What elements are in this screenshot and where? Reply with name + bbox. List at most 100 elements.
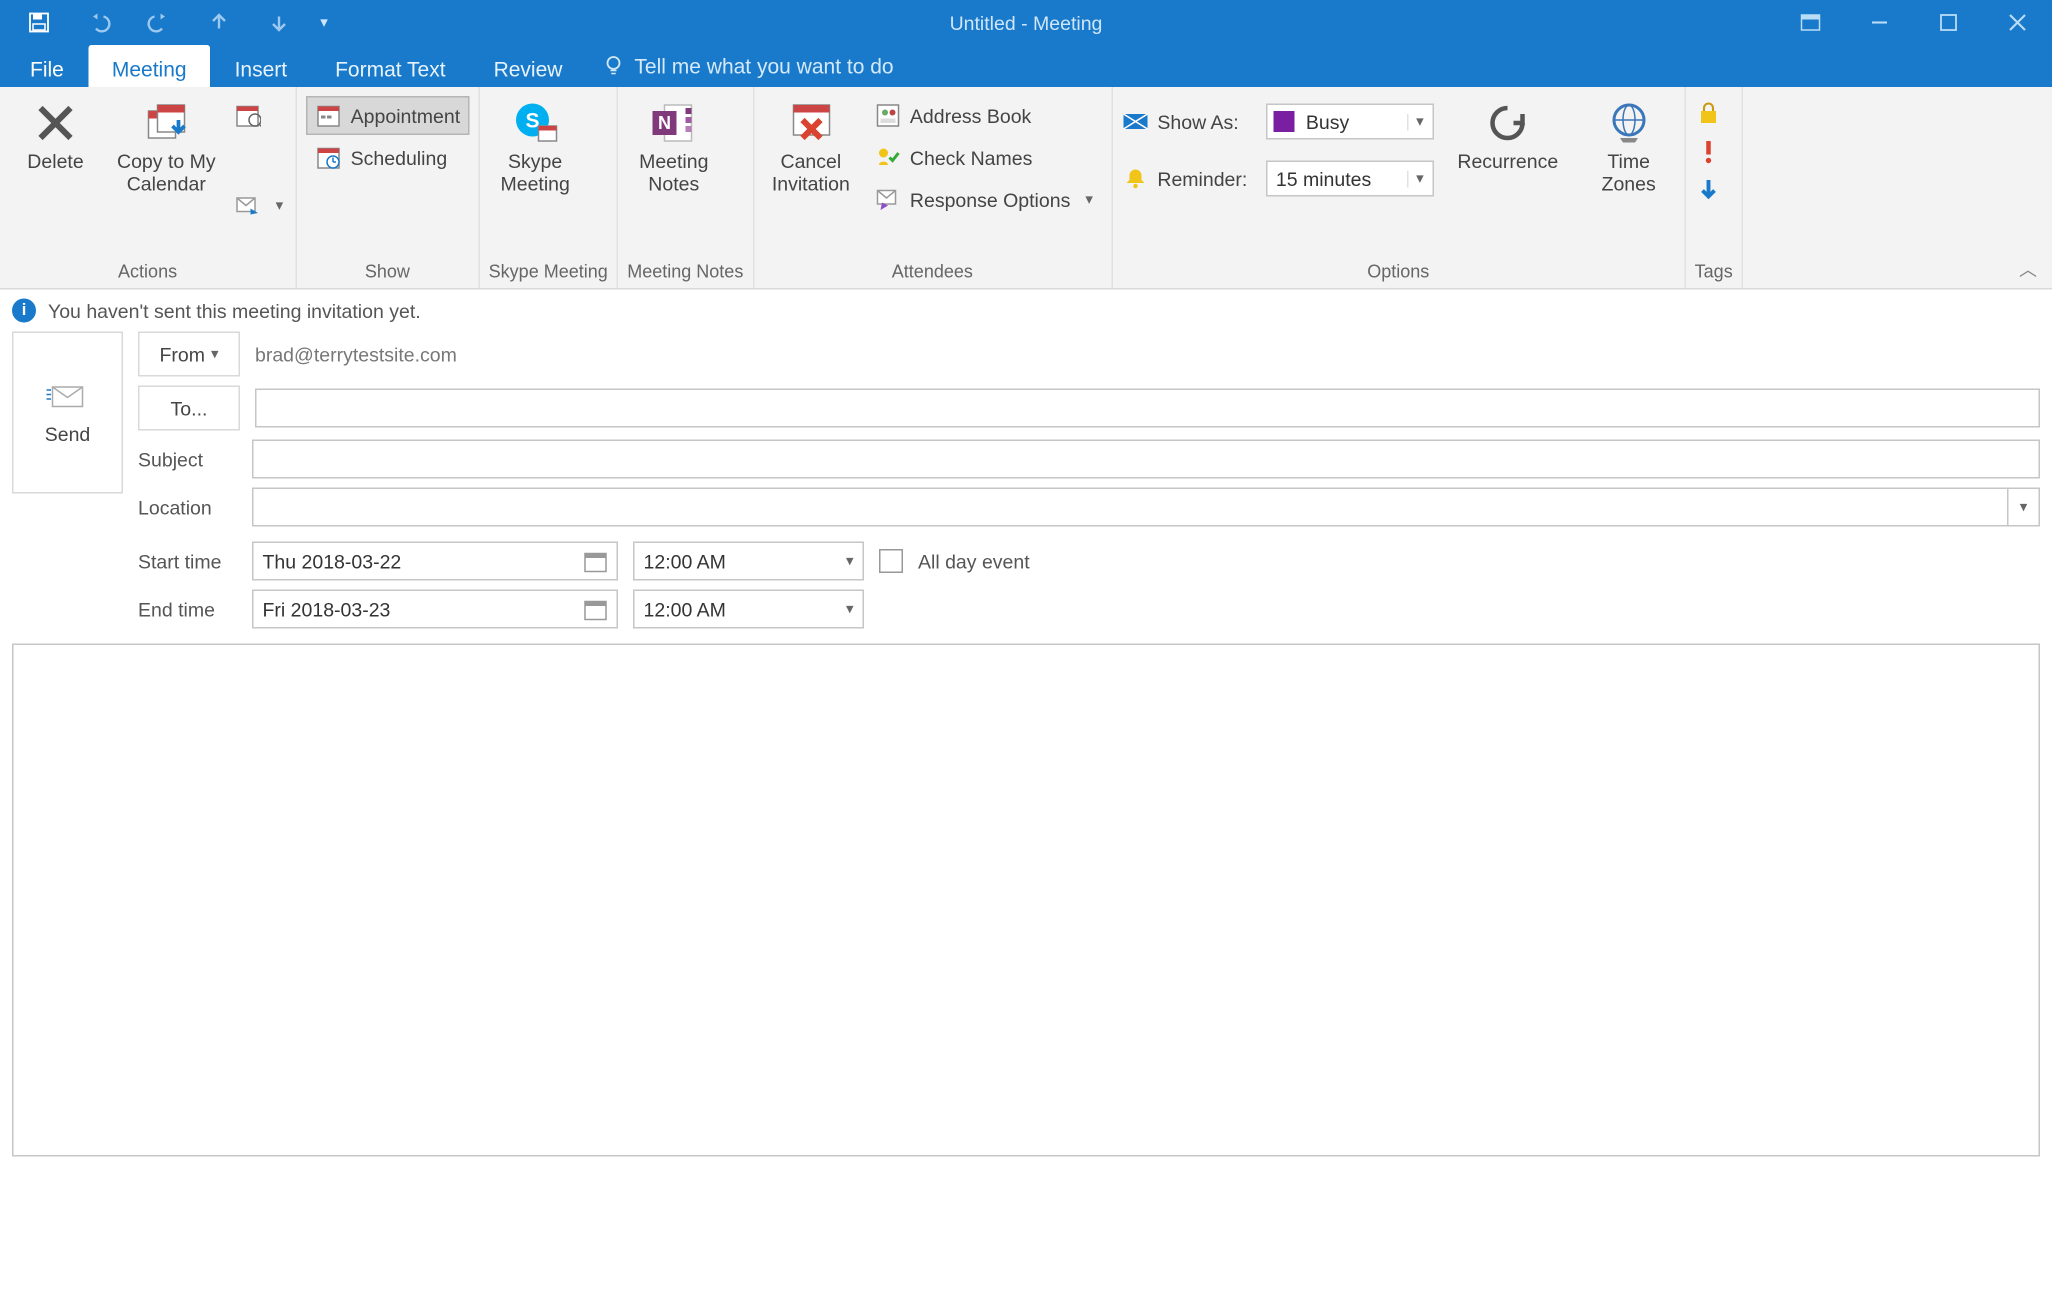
start-date-field[interactable]: Thu 2018-03-22 <box>252 542 618 581</box>
group-label-actions: Actions <box>9 258 286 288</box>
previous-item-button[interactable] <box>189 0 249 45</box>
chevron-up-icon: ︿ <box>2019 260 2037 281</box>
busy-swatch-icon <box>1273 111 1294 132</box>
low-importance-button[interactable] <box>1695 177 1722 204</box>
close-icon <box>2007 12 2028 33</box>
location-dropdown-button[interactable]: ▾ <box>2009 488 2041 527</box>
show-as-icon <box>1121 108 1148 135</box>
tell-me-label: Tell me what you want to do <box>634 54 893 78</box>
location-field[interactable] <box>252 488 2009 527</box>
subject-label: Subject <box>138 448 237 471</box>
check-names-icon <box>874 144 901 171</box>
ribbon-display-icon <box>1800 12 1821 33</box>
lightbulb-icon <box>601 54 625 78</box>
end-date-field[interactable]: Fri 2018-03-23 <box>252 590 618 629</box>
start-time-field[interactable]: 12:00 AM ▾ <box>633 542 864 581</box>
appointment-button[interactable]: Appointment <box>306 96 470 135</box>
time-zones-button[interactable]: Time Zones <box>1582 93 1675 201</box>
to-button[interactable]: To... <box>138 386 240 431</box>
group-label-show: Show <box>306 258 470 288</box>
group-tags: Tags <box>1686 87 1744 288</box>
to-field[interactable] <box>255 389 2040 428</box>
group-attendees: Cancel Invitation Address Book Check Nam… <box>754 87 1113 288</box>
chevron-down-icon: ▾ <box>1406 170 1432 187</box>
cancel-invitation-button[interactable]: Cancel Invitation <box>763 93 859 201</box>
meeting-form: Send From brad@terrytestsite.com To... S… <box>0 332 2052 629</box>
svg-text:N: N <box>658 113 671 133</box>
chevron-down-icon: ▾ <box>2020 499 2028 516</box>
reminder-combo[interactable]: 15 minutes ▾ <box>1265 161 1433 197</box>
show-as-combo[interactable]: Busy ▾ <box>1265 104 1433 140</box>
arrow-up-icon <box>207 11 231 35</box>
title-bar: ▾ Untitled - Meeting <box>0 0 2052 45</box>
skype-meeting-button[interactable]: S Skype Meeting <box>489 93 582 201</box>
tab-meeting[interactable]: Meeting <box>88 45 211 87</box>
collapse-ribbon-button[interactable]: ︿ <box>2019 257 2037 283</box>
group-skype-meeting: S Skype Meeting Skype Meeting <box>480 87 619 288</box>
low-importance-icon <box>1695 177 1722 204</box>
scheduling-button[interactable]: Scheduling <box>306 138 470 177</box>
svg-text:S: S <box>525 110 539 133</box>
tab-insert[interactable]: Insert <box>211 45 312 87</box>
all-day-label: All day event <box>918 550 1030 573</box>
chevron-down-icon: ▾ <box>846 553 854 570</box>
ribbon-tabs: File Meeting Insert Format Text Review T… <box>0 45 2052 87</box>
forward-button[interactable] <box>231 186 287 225</box>
lock-icon <box>1695 99 1722 126</box>
address-book-button[interactable]: Address Book <box>865 96 1102 135</box>
from-button[interactable]: From <box>138 332 240 377</box>
recurrence-button[interactable]: Recurrence <box>1448 93 1567 179</box>
save-button[interactable] <box>9 0 69 45</box>
end-time-field[interactable]: 12:00 AM ▾ <box>633 590 864 629</box>
check-names-button[interactable]: Check Names <box>865 138 1102 177</box>
copy-to-my-calendar-button[interactable]: Copy to My Calendar <box>108 93 225 201</box>
maximize-icon <box>1938 12 1959 33</box>
end-time-label: End time <box>138 598 237 621</box>
ribbon: Delete Copy to My Calendar Actions <box>0 87 2052 290</box>
reminder-icon <box>1121 165 1148 192</box>
from-value: brad@terrytestsite.com <box>255 343 457 366</box>
high-importance-icon <box>1695 138 1722 165</box>
close-button[interactable] <box>1983 0 2052 45</box>
group-label-options: Options <box>1121 258 1675 288</box>
chevron-down-icon: ▾ <box>1406 113 1432 130</box>
subject-field[interactable] <box>252 440 2040 479</box>
group-label-skype: Skype Meeting <box>489 258 608 288</box>
minimize-icon <box>1869 12 1890 33</box>
window-controls <box>1776 0 2052 45</box>
tab-format-text[interactable]: Format Text <box>311 45 469 87</box>
appointment-icon <box>315 102 342 129</box>
chevron-down-icon: ▾ <box>320 14 328 31</box>
next-item-button[interactable] <box>249 0 309 45</box>
tab-file[interactable]: File <box>6 45 88 87</box>
tell-me-search[interactable]: Tell me what you want to do <box>601 45 893 87</box>
arrow-down-icon <box>267 11 291 35</box>
all-day-checkbox[interactable] <box>879 549 903 573</box>
reminder-label: Reminder: <box>1157 167 1256 190</box>
response-options-button[interactable]: Response Options <box>865 180 1102 219</box>
info-icon: i <box>12 299 36 323</box>
maximize-button[interactable] <box>1914 0 1983 45</box>
calendar-copy-icon <box>142 99 190 147</box>
undo-icon <box>87 11 111 35</box>
meeting-notes-button[interactable]: N Meeting Notes <box>627 93 720 201</box>
high-importance-button[interactable] <box>1695 138 1722 165</box>
delete-button[interactable]: Delete <box>9 93 102 179</box>
ribbon-display-button[interactable] <box>1776 0 1845 45</box>
group-meeting-notes: N Meeting Notes Meeting Notes <box>618 87 754 288</box>
scheduling-icon <box>315 144 342 171</box>
undo-button[interactable] <box>69 0 129 45</box>
meeting-body-field[interactable] <box>12 644 2040 1157</box>
tab-review[interactable]: Review <box>470 45 587 87</box>
minimize-button[interactable] <box>1845 0 1914 45</box>
chevron-down-icon: ▾ <box>846 601 854 618</box>
onenote-icon: N <box>650 99 698 147</box>
customize-qat-button[interactable]: ▾ <box>309 0 339 45</box>
send-button[interactable]: Send <box>12 332 123 494</box>
group-label-notes: Meeting Notes <box>627 258 743 288</box>
redo-button[interactable] <box>129 0 189 45</box>
location-label: Location <box>138 496 237 519</box>
calendar-button[interactable] <box>231 96 287 135</box>
private-button[interactable] <box>1695 99 1722 126</box>
address-book-icon <box>874 102 901 129</box>
